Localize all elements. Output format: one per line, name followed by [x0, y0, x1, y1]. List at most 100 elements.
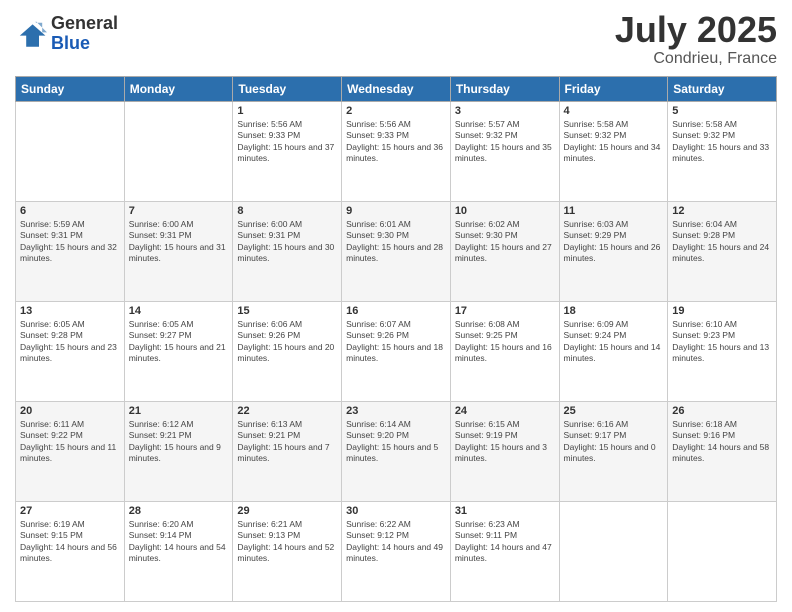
day-info: Sunrise: 6:03 AM Sunset: 9:29 PM Dayligh…	[564, 219, 664, 265]
calendar-header-thursday: Thursday	[450, 76, 559, 101]
table-row: 10 Sunrise: 6:02 AM Sunset: 9:30 PM Dayli…	[450, 201, 559, 301]
day-number: 10	[455, 205, 555, 217]
day-info: Sunrise: 6:00 AM Sunset: 9:31 PM Dayligh…	[237, 219, 337, 265]
day-number: 5	[672, 105, 772, 117]
calendar-table: SundayMondayTuesdayWednesdayThursdayFrid…	[15, 76, 777, 602]
day-info: Sunrise: 6:15 AM Sunset: 9:19 PM Dayligh…	[455, 419, 555, 465]
day-number: 19	[672, 305, 772, 317]
day-number: 9	[346, 205, 446, 217]
day-number: 4	[564, 105, 664, 117]
day-info: Sunrise: 6:11 AM Sunset: 9:22 PM Dayligh…	[20, 419, 120, 465]
day-number: 20	[20, 405, 120, 417]
day-info: Sunrise: 5:58 AM Sunset: 9:32 PM Dayligh…	[564, 119, 664, 165]
table-row: 17Sunrise: 6:08 AM Sunset: 9:25 PM Dayli…	[450, 301, 559, 401]
calendar-week-4: 20 Sunrise: 6:11 AM Sunset: 9:22 PM Dayli…	[16, 401, 777, 501]
day-number: 2	[346, 105, 446, 117]
calendar-header-friday: Friday	[559, 76, 668, 101]
table-row: 11Sunrise: 6:03 AM Sunset: 9:29 PM Dayli…	[559, 201, 668, 301]
day-info: Sunrise: 6:23 AM Sunset: 9:11 PM Dayligh…	[455, 519, 555, 565]
table-row: 30Sunrise: 6:22 AM Sunset: 9:12 PM Dayli…	[342, 501, 451, 601]
day-number: 14	[129, 305, 229, 317]
day-info: Sunrise: 5:58 AM Sunset: 9:32 PM Dayligh…	[672, 119, 772, 165]
table-row: 13 Sunrise: 6:05 AM Sunset: 9:28 PM Dayli…	[16, 301, 125, 401]
table-row: 23Sunrise: 6:14 AM Sunset: 9:20 PM Dayli…	[342, 401, 451, 501]
day-number: 26	[672, 405, 772, 417]
day-info: Sunrise: 6:01 AM Sunset: 9:30 PM Dayligh…	[346, 219, 446, 265]
table-row: 12 Sunrise: 6:04 AM Sunset: 9:28 PM Dayli…	[668, 201, 777, 301]
calendar-header-saturday: Saturday	[668, 76, 777, 101]
table-row: 8 Sunrise: 6:00 AM Sunset: 9:31 PM Daylig…	[233, 201, 342, 301]
table-row: 9 Sunrise: 6:01 AM Sunset: 9:30 PM Daylig…	[342, 201, 451, 301]
table-row: 4 Sunrise: 5:58 AM Sunset: 9:32 PM Daylig…	[559, 101, 668, 201]
table-row: 28 Sunrise: 6:20 AM Sunset: 9:14 PM Dayli…	[124, 501, 233, 601]
calendar-header-row: SundayMondayTuesdayWednesdayThursdayFrid…	[16, 76, 777, 101]
table-row	[668, 501, 777, 601]
day-info: Sunrise: 6:19 AM Sunset: 9:15 PM Dayligh…	[20, 519, 120, 565]
table-row	[124, 101, 233, 201]
day-info: Sunrise: 6:04 AM Sunset: 9:28 PM Dayligh…	[672, 219, 772, 265]
day-number: 16	[346, 305, 446, 317]
calendar-header-tuesday: Tuesday	[233, 76, 342, 101]
table-row: 27 Sunrise: 6:19 AM Sunset: 9:15 PM Dayli…	[16, 501, 125, 601]
table-row: 1Sunrise: 5:56 AM Sunset: 9:33 PM Daylig…	[233, 101, 342, 201]
logo-icon	[15, 18, 47, 50]
logo-general-text: General	[51, 14, 118, 34]
table-row: 19Sunrise: 6:10 AM Sunset: 9:23 PM Dayli…	[668, 301, 777, 401]
table-row: 18Sunrise: 6:09 AM Sunset: 9:24 PM Dayli…	[559, 301, 668, 401]
day-number: 24	[455, 405, 555, 417]
calendar-header-wednesday: Wednesday	[342, 76, 451, 101]
table-row: 21Sunrise: 6:12 AM Sunset: 9:21 PM Dayli…	[124, 401, 233, 501]
title-location: Condrieu, France	[615, 50, 777, 68]
table-row: 2 Sunrise: 5:56 AM Sunset: 9:33 PM Daylig…	[342, 101, 451, 201]
table-row: 22Sunrise: 6:13 AM Sunset: 9:21 PM Dayli…	[233, 401, 342, 501]
table-row	[16, 101, 125, 201]
day-info: Sunrise: 6:07 AM Sunset: 9:26 PM Dayligh…	[346, 319, 446, 365]
table-row	[559, 501, 668, 601]
day-number: 15	[237, 305, 337, 317]
day-number: 27	[20, 505, 120, 517]
day-number: 29	[237, 505, 337, 517]
day-number: 8	[237, 205, 337, 217]
calendar-week-3: 13 Sunrise: 6:05 AM Sunset: 9:28 PM Dayli…	[16, 301, 777, 401]
day-info: Sunrise: 6:02 AM Sunset: 9:30 PM Dayligh…	[455, 219, 555, 265]
table-row: 5 Sunrise: 5:58 AM Sunset: 9:32 PM Daylig…	[668, 101, 777, 201]
calendar-week-2: 6 Sunrise: 5:59 AM Sunset: 9:31 PM Daylig…	[16, 201, 777, 301]
day-info: Sunrise: 6:08 AM Sunset: 9:25 PM Dayligh…	[455, 319, 555, 365]
table-row: 29Sunrise: 6:21 AM Sunset: 9:13 PM Dayli…	[233, 501, 342, 601]
title-month: July 2025	[615, 10, 777, 50]
day-info: Sunrise: 6:09 AM Sunset: 9:24 PM Dayligh…	[564, 319, 664, 365]
table-row: 6 Sunrise: 5:59 AM Sunset: 9:31 PM Daylig…	[16, 201, 125, 301]
day-number: 28	[129, 505, 229, 517]
day-info: Sunrise: 6:13 AM Sunset: 9:21 PM Dayligh…	[237, 419, 337, 465]
logo-text: General Blue	[51, 14, 118, 54]
table-row: 14Sunrise: 6:05 AM Sunset: 9:27 PM Dayli…	[124, 301, 233, 401]
table-row: 25Sunrise: 6:16 AM Sunset: 9:17 PM Dayli…	[559, 401, 668, 501]
day-info: Sunrise: 6:22 AM Sunset: 9:12 PM Dayligh…	[346, 519, 446, 565]
day-info: Sunrise: 5:56 AM Sunset: 9:33 PM Dayligh…	[346, 119, 446, 165]
day-number: 13	[20, 305, 120, 317]
day-number: 31	[455, 505, 555, 517]
table-row: 7Sunrise: 6:00 AM Sunset: 9:31 PM Daylig…	[124, 201, 233, 301]
day-number: 12	[672, 205, 772, 217]
day-info: Sunrise: 5:59 AM Sunset: 9:31 PM Dayligh…	[20, 219, 120, 265]
calendar-header-monday: Monday	[124, 76, 233, 101]
header: General Blue July 2025 Condrieu, France	[15, 10, 777, 68]
day-info: Sunrise: 6:00 AM Sunset: 9:31 PM Dayligh…	[129, 219, 229, 265]
table-row: 3Sunrise: 5:57 AM Sunset: 9:32 PM Daylig…	[450, 101, 559, 201]
calendar-week-1: 1 Sunrise: 5:56 AM Sunset: 9:33 PM Daylig…	[16, 101, 777, 201]
day-info: Sunrise: 6:06 AM Sunset: 9:26 PM Dayligh…	[237, 319, 337, 365]
day-number: 6	[20, 205, 120, 217]
day-number: 1	[237, 105, 337, 117]
table-row: 26 Sunrise: 6:18 AM Sunset: 9:16 PM Dayli…	[668, 401, 777, 501]
day-info: Sunrise: 6:20 AM Sunset: 9:14 PM Dayligh…	[129, 519, 229, 565]
calendar-week-5: 27 Sunrise: 6:19 AM Sunset: 9:15 PM Dayli…	[16, 501, 777, 601]
page: General Blue July 2025 Condrieu, France …	[0, 0, 792, 612]
day-number: 3	[455, 105, 555, 117]
logo: General Blue	[15, 14, 118, 54]
day-info: Sunrise: 6:05 AM Sunset: 9:28 PM Dayligh…	[20, 319, 120, 365]
table-row: 24 Sunrise: 6:15 AM Sunset: 9:19 PM Dayli…	[450, 401, 559, 501]
day-info: Sunrise: 6:14 AM Sunset: 9:20 PM Dayligh…	[346, 419, 446, 465]
day-info: Sunrise: 6:18 AM Sunset: 9:16 PM Dayligh…	[672, 419, 772, 465]
title-block: July 2025 Condrieu, France	[615, 10, 777, 68]
day-number: 21	[129, 405, 229, 417]
